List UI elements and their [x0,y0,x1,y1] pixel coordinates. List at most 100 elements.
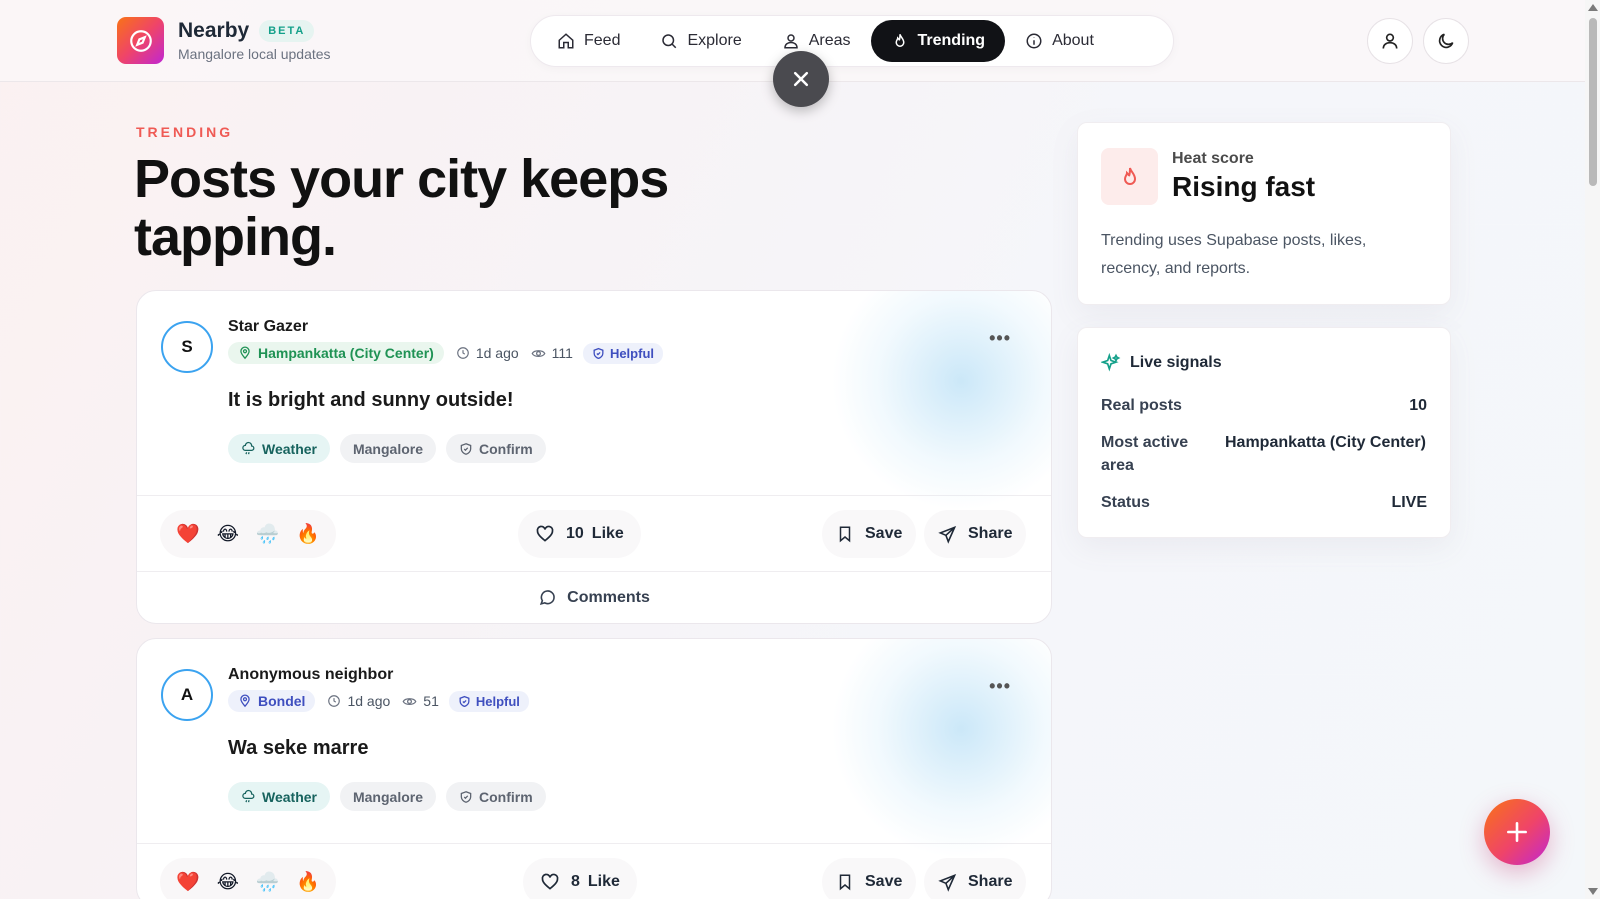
shield-check-icon [460,790,472,803]
avatar[interactable]: S [161,321,213,373]
info-icon [1026,33,1042,49]
reaction-fire[interactable]: 🔥 [296,522,320,546]
sparkle-icon [1101,353,1121,372]
reaction-fire[interactable]: 🔥 [296,870,320,894]
send-icon [938,873,957,892]
profile-button[interactable] [1367,18,1413,64]
views-count: 51 [423,693,439,709]
brand-name: Nearby [178,19,250,42]
location-label: Hampankatta (City Center) [258,345,434,361]
nav-feed-label: Feed [584,32,621,49]
tag-weather[interactable]: Weather [228,782,330,811]
post-author[interactable]: Star Gazer [228,318,308,336]
location-chip[interactable]: Hampankatta (City Center) [228,342,444,364]
reaction-heart[interactable]: ❤️ [176,870,200,894]
tag-mangalore[interactable]: Mangalore [339,434,436,463]
like-count: 10 [566,525,584,542]
post-author[interactable]: Anonymous neighbor [228,666,393,684]
like-button[interactable]: 10 Like [518,510,641,558]
scroll-down-arrow[interactable] [1588,888,1598,895]
page-scrollbar[interactable] [1585,0,1600,899]
reaction-bar: ❤️ 😂 🌧️ 🔥 [160,858,336,899]
nav-about[interactable]: About [1005,20,1114,62]
avatar[interactable]: A [161,669,213,721]
signals-title-label: Live signals [1130,354,1222,371]
nav-trending-label: Trending [917,32,986,49]
post-meta: Hampankatta (City Center) 1d ago 111 Hel… [228,342,663,364]
reaction-laugh[interactable]: 😂 [217,523,239,546]
page-title: Posts your city keeps tapping. [134,149,669,267]
theme-toggle-button[interactable] [1423,18,1469,64]
clock-icon [328,695,341,707]
compass-logo-icon [117,17,164,64]
shield-check-icon [593,347,604,359]
like-button[interactable]: 8 Like [523,858,637,899]
heat-score-value: Rising fast [1172,171,1316,202]
map-pin-icon [240,346,250,360]
search-icon [662,34,677,49]
signal-key: Status [1101,494,1150,511]
reaction-laugh[interactable]: 😂 [217,871,239,894]
flame-icon [1101,148,1158,205]
location-chip[interactable]: Bondel [228,690,316,712]
tag-weather[interactable]: Weather [228,434,330,463]
brand[interactable]: Nearby BETA Mangalore local updates [117,17,331,64]
save-button[interactable]: Save [822,510,917,558]
helpful-badge: Helpful [448,690,529,712]
post-time: 1d ago [327,693,390,709]
signal-value: LIVE [1391,494,1427,511]
like-label: Like [591,525,624,542]
confirm-label: Confirm [479,440,533,457]
heat-score-label: Heat score [1172,150,1254,167]
scroll-thumb[interactable] [1589,18,1597,186]
signal-key: Real posts [1101,397,1182,414]
signal-row-real-posts: Real posts 10 [1101,394,1427,417]
create-post-button[interactable] [1484,799,1550,865]
nav-trending[interactable]: Trending [870,20,1006,62]
reaction-rain[interactable]: 🌧️ [256,522,280,546]
close-button[interactable] [773,51,829,107]
comments-button[interactable]: Comments [137,571,1051,623]
post-body: Wa seke marre [228,737,369,759]
signal-value: Hampankatta (City Center) [1225,434,1426,451]
brand-subtitle: Mangalore local updates [178,46,331,62]
time-label: 1d ago [475,345,519,361]
views-count: 111 [551,345,573,361]
like-label: Like [587,873,620,890]
signal-row-most-active-area: Most active area Hampankatta (City Cente… [1101,431,1427,477]
clock-icon [456,347,469,359]
more-options-button[interactable]: ••• [989,328,1011,349]
live-signals-card: Live signals Real posts 10 Most active a… [1077,327,1451,538]
confirm-button[interactable]: Confirm [446,434,546,463]
reaction-bar: ❤️ 😂 🌧️ 🔥 [160,510,336,558]
save-label: Save [865,873,903,890]
share-button[interactable]: Share [924,858,1027,899]
section-eyebrow: TRENDING [136,124,234,140]
reaction-rain[interactable]: 🌧️ [256,870,280,894]
user-icon [1382,33,1398,49]
post-time: 1d ago [456,345,519,361]
nav-feed[interactable]: Feed [537,20,640,62]
post-card: A Anonymous neighbor Bondel 1d ago 51 He… [136,638,1052,899]
comments-label: Comments [567,588,650,606]
nav-about-label: About [1052,32,1094,49]
share-button[interactable]: Share [924,510,1027,558]
plus-icon [1507,822,1527,842]
reaction-heart[interactable]: ❤️ [176,522,200,546]
nav-explore-label: Explore [687,32,742,49]
scroll-up-arrow[interactable] [1588,4,1598,11]
helpful-label: Helpful [475,693,520,709]
save-button[interactable]: Save [822,858,917,899]
signal-key: Most active area [1101,434,1189,474]
nav-explore[interactable]: Explore [640,20,761,62]
moon-icon [1438,33,1454,49]
post-tags: Weather Mangalore Confirm [228,434,556,463]
heat-score-card: Heat score Rising fast Trending uses Sup… [1077,122,1451,305]
like-count: 8 [571,873,580,890]
cloud-rain-icon [242,441,255,455]
post-actions: ❤️ 😂 🌧️ 🔥 8 Like Save Share [137,843,1051,899]
more-options-button[interactable]: ••• [989,676,1011,697]
confirm-button[interactable]: Confirm [446,782,546,811]
location-label: Bondel [258,693,306,709]
tag-mangalore[interactable]: Mangalore [339,782,436,811]
